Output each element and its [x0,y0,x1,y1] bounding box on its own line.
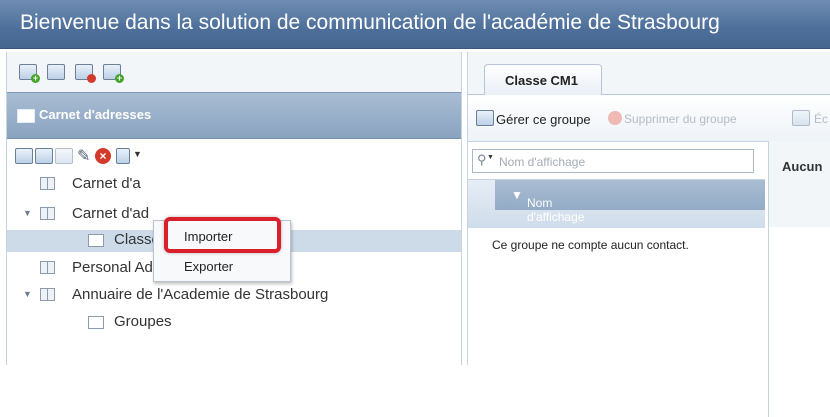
manage-group-button[interactable]: Gérer ce groupe [496,112,591,127]
tab-bar: Classe CM1 [468,52,830,95]
edit-contact-icon[interactable] [75,64,96,83]
group-toolbar: Gérer ce groupe Supprimer du groupe Éc [468,95,830,142]
menu-item-exporter[interactable]: Exporter [184,259,233,274]
pencil-icon[interactable]: ✎ [77,146,90,166]
title-bar: Bienvenue dans la solution de communicat… [0,0,830,49]
empty-message: Ce groupe ne compte aucun contact. [492,238,689,252]
search-icon[interactable]: ⚲ [477,152,487,168]
top-toolbar: + + [7,52,461,92]
app-title: Bienvenue dans la solution de communicat… [20,11,720,34]
group-icon [88,234,104,247]
address-book-icon [40,288,55,301]
address-book-toolbar: ✎ × ▼ [7,138,461,168]
search-input[interactable]: ⚲ ▼ Nom d'affichage [472,149,754,173]
group-panel: Classe CM1 Gérer ce groupe Supprimer du … [467,52,830,417]
truncated-button[interactable]: Éc [814,112,828,126]
tree-item[interactable]: Groupes [114,313,172,330]
panel-header: Carnet d'adresses [7,92,461,139]
column-header[interactable]: Nom d'affichage ▼ [495,180,765,224]
expand-triangle-icon[interactable]: ▼ [23,208,32,218]
highlight-box [164,217,281,253]
tab-label: Classe CM1 [505,73,578,88]
column-header-row: Nom d'affichage ▼ [468,179,765,228]
tab-classe-cm1[interactable]: Classe CM1 [484,64,602,95]
panel-title: Carnet d'adresses [39,107,152,122]
write-icon [792,110,810,126]
address-book-icon [40,261,55,274]
address-book-icon [17,109,35,123]
delete-icon [608,111,622,125]
address-book-icon [40,177,55,190]
manage-group-icon[interactable] [476,110,494,126]
tree-item[interactable]: Carnet d'a [72,175,141,192]
tree-item[interactable]: Annuaire de l'Academie de Strasbourg [72,286,328,303]
new-list-icon[interactable] [47,64,65,80]
detail-header: Aucun [782,159,823,174]
tree-item[interactable]: Carnet d'ad [72,205,149,222]
add-book-icon[interactable] [15,148,33,164]
delete-icon[interactable]: × [95,148,111,164]
chevron-down-icon[interactable]: ▼ [133,149,142,159]
add-group-icon[interactable] [35,148,53,164]
address-book-icon [40,207,55,220]
remove-from-group-button[interactable]: Supprimer du groupe [624,112,737,126]
add-contact-icon[interactable]: + [19,64,40,83]
column-header-label: Nom d'affichage ▼ [511,188,585,224]
group-icon [88,316,104,329]
expand-triangle-icon[interactable]: ▼ [23,289,32,299]
import-export-icon[interactable] [116,148,130,164]
add-address-book-icon[interactable]: + [103,64,124,83]
address-book-panel: + + Carnet d'adresses ✎ × ▼ Carnet d'a ▼… [6,52,462,365]
add-subgroup-icon[interactable] [55,148,73,164]
chevron-down-icon[interactable]: ▼ [487,154,494,161]
detail-header-bg [769,141,830,227]
search-placeholder: Nom d'affichage [499,155,586,169]
splitter[interactable] [768,141,769,417]
